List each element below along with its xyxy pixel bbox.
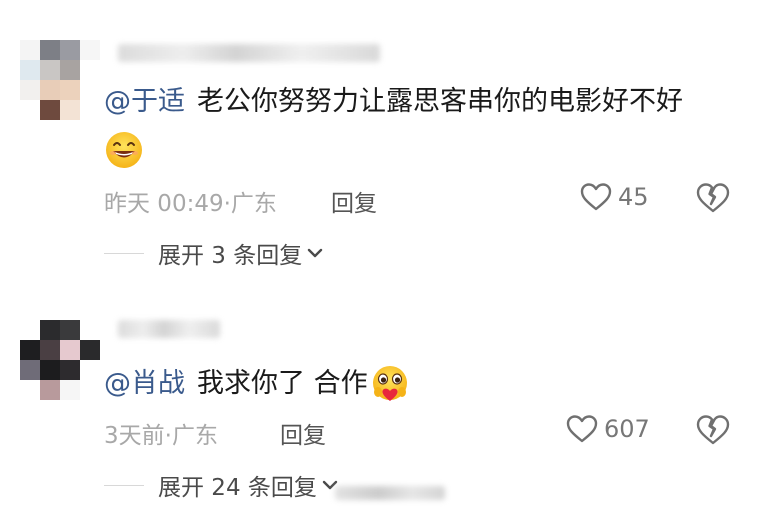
chevron-down-icon [308, 248, 323, 258]
username[interactable] [118, 44, 380, 62]
separator: · [164, 423, 172, 449]
hugging-heart-emoji [372, 366, 407, 401]
like-count: 45 [618, 183, 649, 211]
comment-list: @于适 老公你努努力让露思客串你的电影好不好 昨天 00:49·广东 回复 45… [0, 0, 763, 517]
broken-heart-icon[interactable] [696, 182, 730, 214]
comment-body: 我求你了 合作 [197, 368, 368, 399]
like-button[interactable]: 607 [566, 414, 650, 444]
like-count: 607 [604, 415, 650, 443]
comment-item: @肖战 我求你了 合作 3天前·广东 回复 607 展开 24 条回复 [0, 290, 763, 517]
expand-label: 展开 3 条回复 [158, 243, 303, 269]
heart-outline-icon [580, 183, 612, 211]
comment-body: 老公你努努力让露思客串你的电影好不好 [197, 86, 683, 117]
reply-button[interactable]: 回复 [280, 416, 326, 450]
timestamp: 昨天 00:49 [104, 191, 224, 217]
avatar[interactable] [20, 320, 100, 400]
heart-outline-icon [566, 415, 598, 443]
location: 广东 [230, 191, 277, 217]
avatar[interactable] [20, 40, 100, 120]
mention-link[interactable]: @于适 [104, 84, 185, 120]
comment-text: @于适 老公你努努力让露思客串你的电影好不好 [104, 84, 683, 120]
location: 广东 [171, 423, 218, 449]
watermark [335, 486, 445, 500]
mention-link[interactable]: @肖战 [104, 366, 185, 402]
comment-text: @肖战 我求你了 合作 [104, 364, 410, 404]
separator: · [223, 191, 231, 217]
expand-label: 展开 24 条回复 [158, 475, 317, 501]
expand-replies-button[interactable]: 展开 3 条回复 [104, 236, 324, 270]
comment-item: @于适 老公你努努力让露思客串你的电影好不好 昨天 00:49·广东 回复 45… [0, 0, 763, 290]
expand-replies-button[interactable]: 展开 24 条回复 [104, 468, 339, 502]
divider [104, 484, 144, 486]
grinning-smile-emoji [106, 132, 142, 168]
like-button[interactable]: 45 [580, 182, 649, 212]
comment-meta: 3天前·广东 [104, 416, 218, 450]
reply-button[interactable]: 回复 [331, 184, 377, 218]
comment-meta: 昨天 00:49·广东 [104, 184, 277, 218]
username[interactable] [118, 320, 220, 338]
timestamp: 3天前 [104, 423, 165, 449]
divider [104, 252, 144, 254]
broken-heart-icon[interactable] [696, 414, 730, 446]
